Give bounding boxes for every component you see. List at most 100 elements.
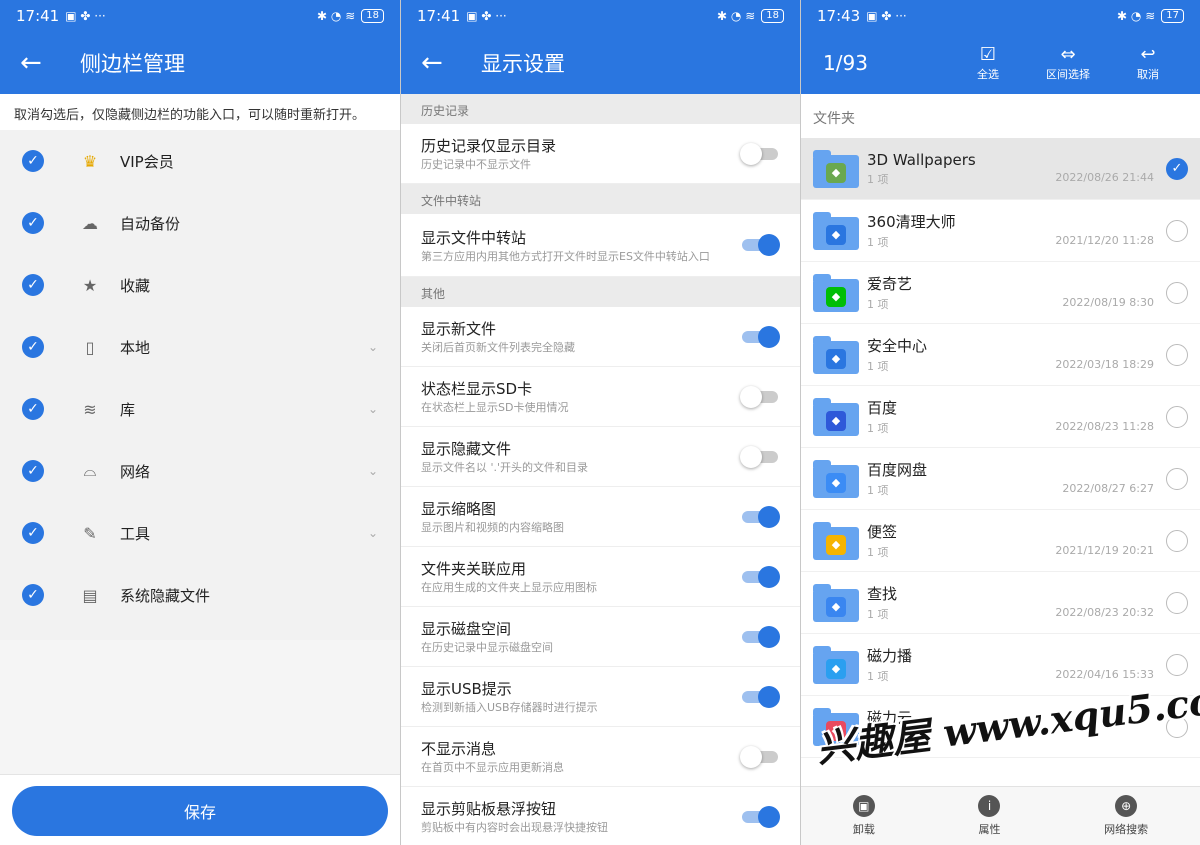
folder-name: 360清理大师 [867, 213, 956, 231]
checkbox-checked-icon[interactable]: ✓ [22, 336, 44, 358]
item-count: 1 项 [867, 608, 889, 621]
sidebar-item[interactable]: ✓ ♛ VIP会员 [0, 130, 400, 192]
status-bar: 17:43 ▣ ✤ ··· ✱ ◔ ≋ 17 [801, 0, 1200, 32]
app-badge-icon: ◆ [826, 410, 846, 431]
checkbox-checked-icon[interactable]: ✓ [22, 398, 44, 420]
toggle-switch[interactable] [740, 385, 780, 408]
bottom-action-label: 卸载 [852, 823, 875, 836]
radio-checked-icon[interactable]: ✓ [1166, 157, 1188, 180]
crown-icon: ♛ [82, 151, 98, 171]
folder-row[interactable]: ◆ 便签 1 项 2021/12/19 20:21 [801, 510, 1200, 572]
radio-unchecked-icon[interactable] [1166, 467, 1188, 490]
setting-row[interactable]: 显示隐藏文件 显示文件名以 '.'开头的文件和目录 [401, 427, 800, 487]
toggle-switch[interactable] [740, 325, 780, 348]
setting-row[interactable]: 历史记录仅显示目录 历史记录中不显示文件 [401, 124, 800, 184]
chevron-down-icon[interactable]: ⌄ [368, 526, 378, 540]
setting-description: 在应用生成的文件夹上显示应用图标 [421, 581, 597, 594]
folder-name: 磁力播 [867, 647, 913, 665]
toggle-switch[interactable] [740, 745, 780, 768]
bottom-action-0[interactable]: ▣ 卸载 [852, 795, 875, 837]
switch-knob [758, 805, 780, 828]
setting-row[interactable]: 显示缩略图 显示图片和视频的内容缩略图 [401, 487, 800, 547]
app-badge-icon: ◆ [826, 596, 846, 617]
setting-title: 显示缩略图 [421, 500, 497, 518]
back-arrow-icon[interactable]: ← [421, 48, 461, 78]
toggle-switch[interactable] [740, 565, 780, 588]
radio-unchecked-icon[interactable] [1166, 405, 1188, 428]
selection-count: 1/93 [823, 51, 868, 75]
setting-row[interactable]: 状态栏显示SD卡 在状态栏上显示SD卡使用情况 [401, 367, 800, 427]
back-arrow-icon[interactable]: ← [20, 48, 60, 78]
toggle-switch[interactable] [740, 625, 780, 648]
sidebar-item[interactable]: ✓ ★ 收藏 [0, 254, 400, 316]
radio-unchecked-icon[interactable] [1166, 343, 1188, 366]
item-count: 1 项 [867, 360, 889, 373]
folder-row[interactable]: ◆ 安全中心 1 项 2022/03/18 18:29 [801, 324, 1200, 386]
sidebar-management-screen: 17:41 ▣ ✤ ··· ✱ ◔ ≋ 18 ← 侧边栏管理 取消勾选后，仅隐藏侧边… [0, 0, 400, 845]
toggle-switch[interactable] [740, 505, 780, 528]
setting-row[interactable]: 显示USB提示 检测到新插入USB存储器时进行提示 [401, 667, 800, 727]
sidebar-item[interactable]: ✓ ≋ 库 ⌄ [0, 378, 400, 440]
page-title: 侧边栏管理 [80, 52, 185, 76]
folder-row[interactable]: ◆ 360清理大师 1 项 2021/12/20 11:28 [801, 200, 1200, 262]
toggle-switch[interactable] [740, 805, 780, 828]
save-button[interactable]: 保存 [12, 786, 388, 836]
chevron-down-icon[interactable]: ⌄ [368, 464, 378, 478]
setting-row[interactable]: 显示文件中转站 第三方应用内用其他方式打开文件时显示ES文件中转站入口 [401, 214, 800, 277]
folder-row[interactable]: ◆ 查找 1 项 2022/08/23 20:32 [801, 572, 1200, 634]
item-count: 1 项 [867, 422, 889, 435]
setting-row[interactable]: 不显示消息 在首页中不显示应用更新消息 [401, 727, 800, 787]
radio-unchecked-icon[interactable] [1166, 219, 1188, 242]
setting-description: 历史记录中不显示文件 [421, 158, 531, 171]
folder-name: 爱奇艺 [867, 275, 913, 293]
checkbox-checked-icon[interactable]: ✓ [22, 460, 44, 482]
folder-row[interactable]: ◆ 爱奇艺 1 项 2022/08/19 8:30 [801, 262, 1200, 324]
radio-unchecked-icon[interactable] [1166, 281, 1188, 304]
sidebar-item[interactable]: ✓ ⌓ 网络 ⌄ [0, 440, 400, 502]
select-all-button[interactable]: ☑ 全选 [958, 44, 1018, 82]
chevron-down-icon[interactable]: ⌄ [368, 402, 378, 416]
radio-unchecked-icon[interactable] [1166, 529, 1188, 552]
checkbox-checked-icon[interactable]: ✓ [22, 584, 44, 606]
sidebar-item-label: 库 [120, 400, 136, 419]
uninstall-icon: ▣ [852, 795, 875, 817]
folder-icon: ◆ [813, 459, 859, 498]
toggle-switch[interactable] [740, 445, 780, 468]
checkbox-checked-icon[interactable]: ✓ [22, 150, 44, 172]
display-settings-screen: 17:41 ▣ ✤ ··· ✱ ◔ ≋ 18 ← 显示设置 历史记录 历史记录仅显示目… [400, 0, 800, 845]
item-count: 1 项 [867, 172, 889, 186]
sidebar-item[interactable]: ✓ ☁ 自动备份 [0, 192, 400, 254]
setting-title: 显示文件中转站 [421, 228, 527, 247]
checkbox-checked-icon[interactable]: ✓ [22, 274, 44, 296]
setting-row[interactable]: 显示磁盘空间 在历史记录中显示磁盘空间 [401, 607, 800, 667]
toggle-switch[interactable] [740, 685, 780, 708]
folder-icon: ◆ [813, 149, 859, 188]
setting-row[interactable]: 文件夹关联应用 在应用生成的文件夹上显示应用图标 [401, 547, 800, 607]
setting-row[interactable]: 显示新文件 关闭后首页新文件列表完全隐藏 [401, 307, 800, 367]
switch-knob [758, 505, 780, 528]
checkbox-checked-icon[interactable]: ✓ [22, 522, 44, 544]
switch-knob [758, 685, 780, 708]
modified-date: 2022/08/26 21:44 [1055, 170, 1154, 184]
sidebar-item[interactable]: ✓ ✎ 工具 ⌄ [0, 502, 400, 564]
bottom-action-2[interactable]: ⊕ 网络搜索 [1104, 795, 1148, 837]
folder-row[interactable]: ◆ 百度网盘 1 项 2022/08/27 6:27 [801, 448, 1200, 510]
signal-icons: ✱ ◔ ≋ [317, 9, 356, 23]
folder-icon: ◆ [813, 645, 859, 684]
chevron-down-icon[interactable]: ⌄ [368, 340, 378, 354]
radio-unchecked-icon[interactable] [1166, 591, 1188, 614]
cancel-button[interactable]: ↩ 取消 [1118, 44, 1178, 82]
toggle-switch[interactable] [740, 234, 780, 256]
bottom-action-1[interactable]: i 属性 [978, 795, 1001, 837]
checkbox-checked-icon[interactable]: ✓ [22, 212, 44, 234]
notification-icons: ▣ ✤ ··· [65, 9, 106, 23]
toggle-switch[interactable] [740, 142, 780, 165]
folder-row[interactable]: ◆ 百度 1 项 2022/08/23 11:28 [801, 386, 1200, 448]
sidebar-item[interactable]: ✓ ▯ 本地 ⌄ [0, 316, 400, 378]
setting-row[interactable]: 显示剪贴板悬浮按钮 剪贴板中有内容时会出现悬浮快捷按钮 [401, 787, 800, 845]
modified-date: 2022/08/19 8:30 [1062, 296, 1154, 309]
setting-description: 显示文件名以 '.'开头的文件和目录 [421, 461, 589, 474]
range-select-button[interactable]: ⇔ 区间选择 [1038, 44, 1098, 82]
folder-row[interactable]: ◆ 3D Wallpapers 1 项 2022/08/26 21:44 ✓ [801, 138, 1200, 200]
sidebar-item[interactable]: ✓ ▤ 系统隐藏文件 [0, 564, 400, 626]
